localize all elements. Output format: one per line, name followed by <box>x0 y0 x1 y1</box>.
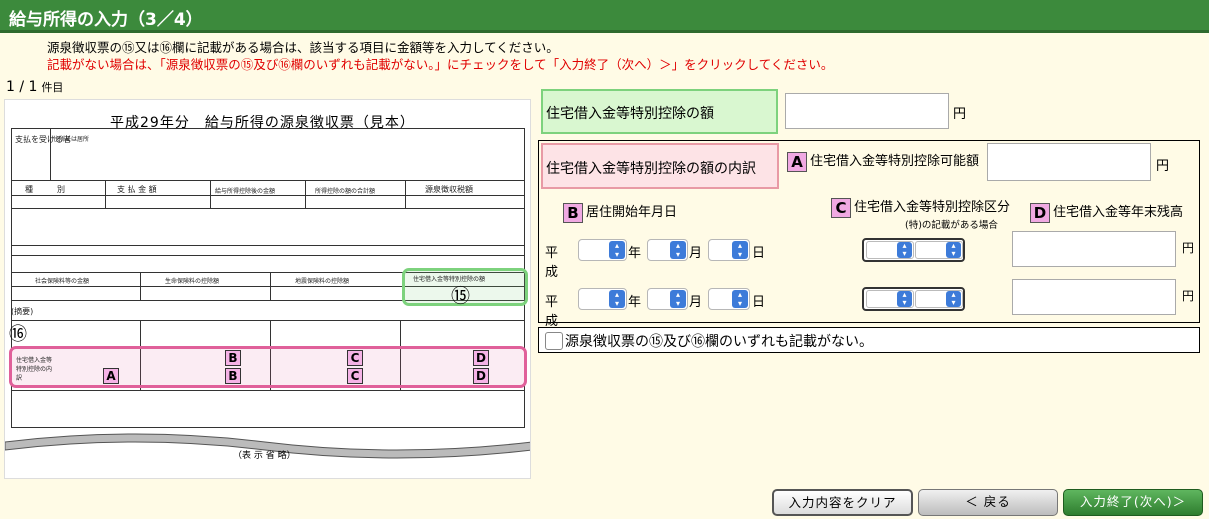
row1-balance-input[interactable] <box>1012 231 1176 267</box>
row2-year-unit: 年 <box>628 295 642 310</box>
sample-label-deduction-total: 所得控除の額の合計額 <box>315 188 376 195</box>
row1-day-select[interactable]: ▴ ▾ <box>708 239 750 261</box>
row2-category-select-a[interactable]: ▴ ▾ <box>866 290 914 308</box>
no-entry-checkbox-label: 源泉徴収票の⑮及び⑯欄のいずれも記載がない。 <box>565 334 873 350</box>
row2-balance-input[interactable] <box>1012 279 1176 315</box>
clear-input-button[interactable]: 入力内容をクリア <box>772 489 913 516</box>
field15-amount-input[interactable] <box>785 93 949 129</box>
no-entry-checkbox-row[interactable]: 源泉徴収票の⑮及び⑯欄のいずれも記載がない。 <box>538 327 1200 353</box>
row1-month-select[interactable]: ▴ ▾ <box>647 239 688 261</box>
sample-field15-label: 住宅借入金等特別控除の額 <box>413 276 486 283</box>
sample-label-after-deduction: 給与所得控除後の金額 <box>215 188 276 195</box>
sample-field16-label: 住宅借入金等特別控除の内訳 <box>16 357 53 382</box>
sample-circle-16: ⑯ <box>9 324 27 345</box>
select-arrows-icon: ▴ ▾ <box>732 290 748 308</box>
sample-marker-b2: B <box>225 368 241 384</box>
field-c-note: (特)の記載がある場合 <box>905 220 998 231</box>
finish-next-button[interactable]: 入力終了(次へ)＞ <box>1063 489 1203 516</box>
instruction-warning-text: 記載がない場合は、「源泉徴収票の⑮及び⑯欄のいずれも記載がない。」にチェックをし… <box>47 57 834 72</box>
field-b-label: B 居住開始年月日 <box>563 201 677 223</box>
field-d-label-text: 住宅借入金等年末残高 <box>1053 205 1184 220</box>
sample-withholding-slip: 平成29年分 給与所得の源泉徴収票（見本） 支払を受ける者 住所又は居所 種 別… <box>4 99 531 479</box>
select-arrows-icon: ▴ ▾ <box>732 241 748 259</box>
record-count-unit: 件目 <box>41 81 64 94</box>
field-c-label-text: 住宅借入金等特別控除区分 <box>854 200 1011 215</box>
sample-label-address: 住所又は居所 <box>53 136 90 143</box>
field-a-label: A 住宅借入金等特別控除可能額 <box>787 150 979 172</box>
sample-label-withholding: 源泉徴収税額 <box>425 185 473 194</box>
row2-category-select[interactable]: ▴ ▾ ▴ ▾ <box>862 287 965 311</box>
record-count: 1 / 1 件目 <box>6 79 63 95</box>
sample-label-earthquake-insurance: 地震保険料の控除額 <box>295 278 350 285</box>
row2-era-label: 平成 <box>545 295 559 329</box>
sample-marker-c2: C <box>347 368 363 384</box>
back-button[interactable]: ＜ 戻る <box>918 489 1058 516</box>
field-a-unit: 円 <box>1156 159 1170 174</box>
sample-label-type: 種 別 <box>25 185 65 194</box>
marker-d: D <box>1030 202 1050 223</box>
row1-year-unit: 年 <box>628 246 642 261</box>
select-arrows-icon: ▴ ▾ <box>897 242 912 258</box>
row2-month-select[interactable]: ▴ ▾ <box>647 288 688 310</box>
sample-marker-b1: B <box>225 350 241 366</box>
select-arrows-icon: ▴ ▾ <box>609 241 625 259</box>
field-a-label-text: 住宅借入金等特別控除可能額 <box>810 154 980 169</box>
sample-label-payment: 支 払 金 額 <box>117 185 157 194</box>
sample-marker-d1: D <box>473 350 489 366</box>
marker-b: B <box>563 202 583 223</box>
field15-label: 住宅借入金等特別控除の額 <box>541 89 778 134</box>
no-entry-checkbox[interactable] <box>545 332 563 350</box>
marker-a: A <box>787 151 807 172</box>
row2-month-unit: 月 <box>689 295 703 310</box>
select-arrows-icon: ▴ ▾ <box>946 291 961 307</box>
row1-era-label: 平成 <box>545 246 559 280</box>
field-a-amount-input[interactable] <box>987 143 1151 181</box>
page-title-bar: 給与所得の入力（3／4） <box>0 0 1209 33</box>
field15-label-text: 住宅借入金等特別控除の額 <box>546 106 714 122</box>
sample-label-life-insurance: 生命保険料の控除額 <box>165 278 220 285</box>
select-arrows-icon: ▴ ▾ <box>897 291 912 307</box>
field16-label: 住宅借入金等特別控除の額の内訳 <box>541 143 779 189</box>
sample-marker-a: A <box>103 368 119 384</box>
page-title: 給与所得の入力（3／4） <box>9 10 203 30</box>
sample-summary-label: (摘要) <box>11 307 34 316</box>
select-arrows-icon: ▴ ▾ <box>946 242 961 258</box>
sample-label-social-insurance: 社会保険料等の金額 <box>35 278 90 285</box>
row1-year-select[interactable]: ▴ ▾ <box>578 239 627 261</box>
sample-marker-c1: C <box>347 350 363 366</box>
row2-day-select[interactable]: ▴ ▾ <box>708 288 750 310</box>
sample-marker-d2: D <box>473 368 489 384</box>
marker-c: C <box>831 197 851 218</box>
field15-unit: 円 <box>953 107 967 122</box>
sample-omitted-note: （表 示 省 略） <box>233 451 296 461</box>
row2-day-unit: 日 <box>752 295 766 310</box>
sample-highlight-16: 住宅借入金等特別控除の内訳 <box>9 346 527 388</box>
row2-category-select-b[interactable]: ▴ ▾ <box>915 290 963 308</box>
select-arrows-icon: ▴ ▾ <box>670 290 686 308</box>
field-d-label: D 住宅借入金等年末残高 <box>1030 201 1183 223</box>
row1-balance-unit: 円 <box>1182 241 1195 255</box>
row1-month-unit: 月 <box>689 246 703 261</box>
record-count-value: 1 / 1 <box>6 79 38 95</box>
row2-year-select[interactable]: ▴ ▾ <box>578 288 627 310</box>
row2-balance-unit: 円 <box>1182 289 1195 303</box>
row1-day-unit: 日 <box>752 246 766 261</box>
row1-category-select-b[interactable]: ▴ ▾ <box>915 241 963 259</box>
sample-highlight-15: 住宅借入金等特別控除の額 ⑮ <box>402 268 528 307</box>
row1-category-select[interactable]: ▴ ▾ ▴ ▾ <box>862 238 965 262</box>
row1-category-select-a[interactable]: ▴ ▾ <box>866 241 914 259</box>
field16-label-text: 住宅借入金等特別控除の額の内訳 <box>546 161 756 177</box>
field-c-label: C 住宅借入金等特別控除区分 <box>831 196 1010 218</box>
select-arrows-icon: ▴ ▾ <box>670 241 686 259</box>
field-b-label-text: 居住開始年月日 <box>586 205 678 220</box>
select-arrows-icon: ▴ ▾ <box>609 290 625 308</box>
sample-circle-15: ⑮ <box>451 285 471 307</box>
